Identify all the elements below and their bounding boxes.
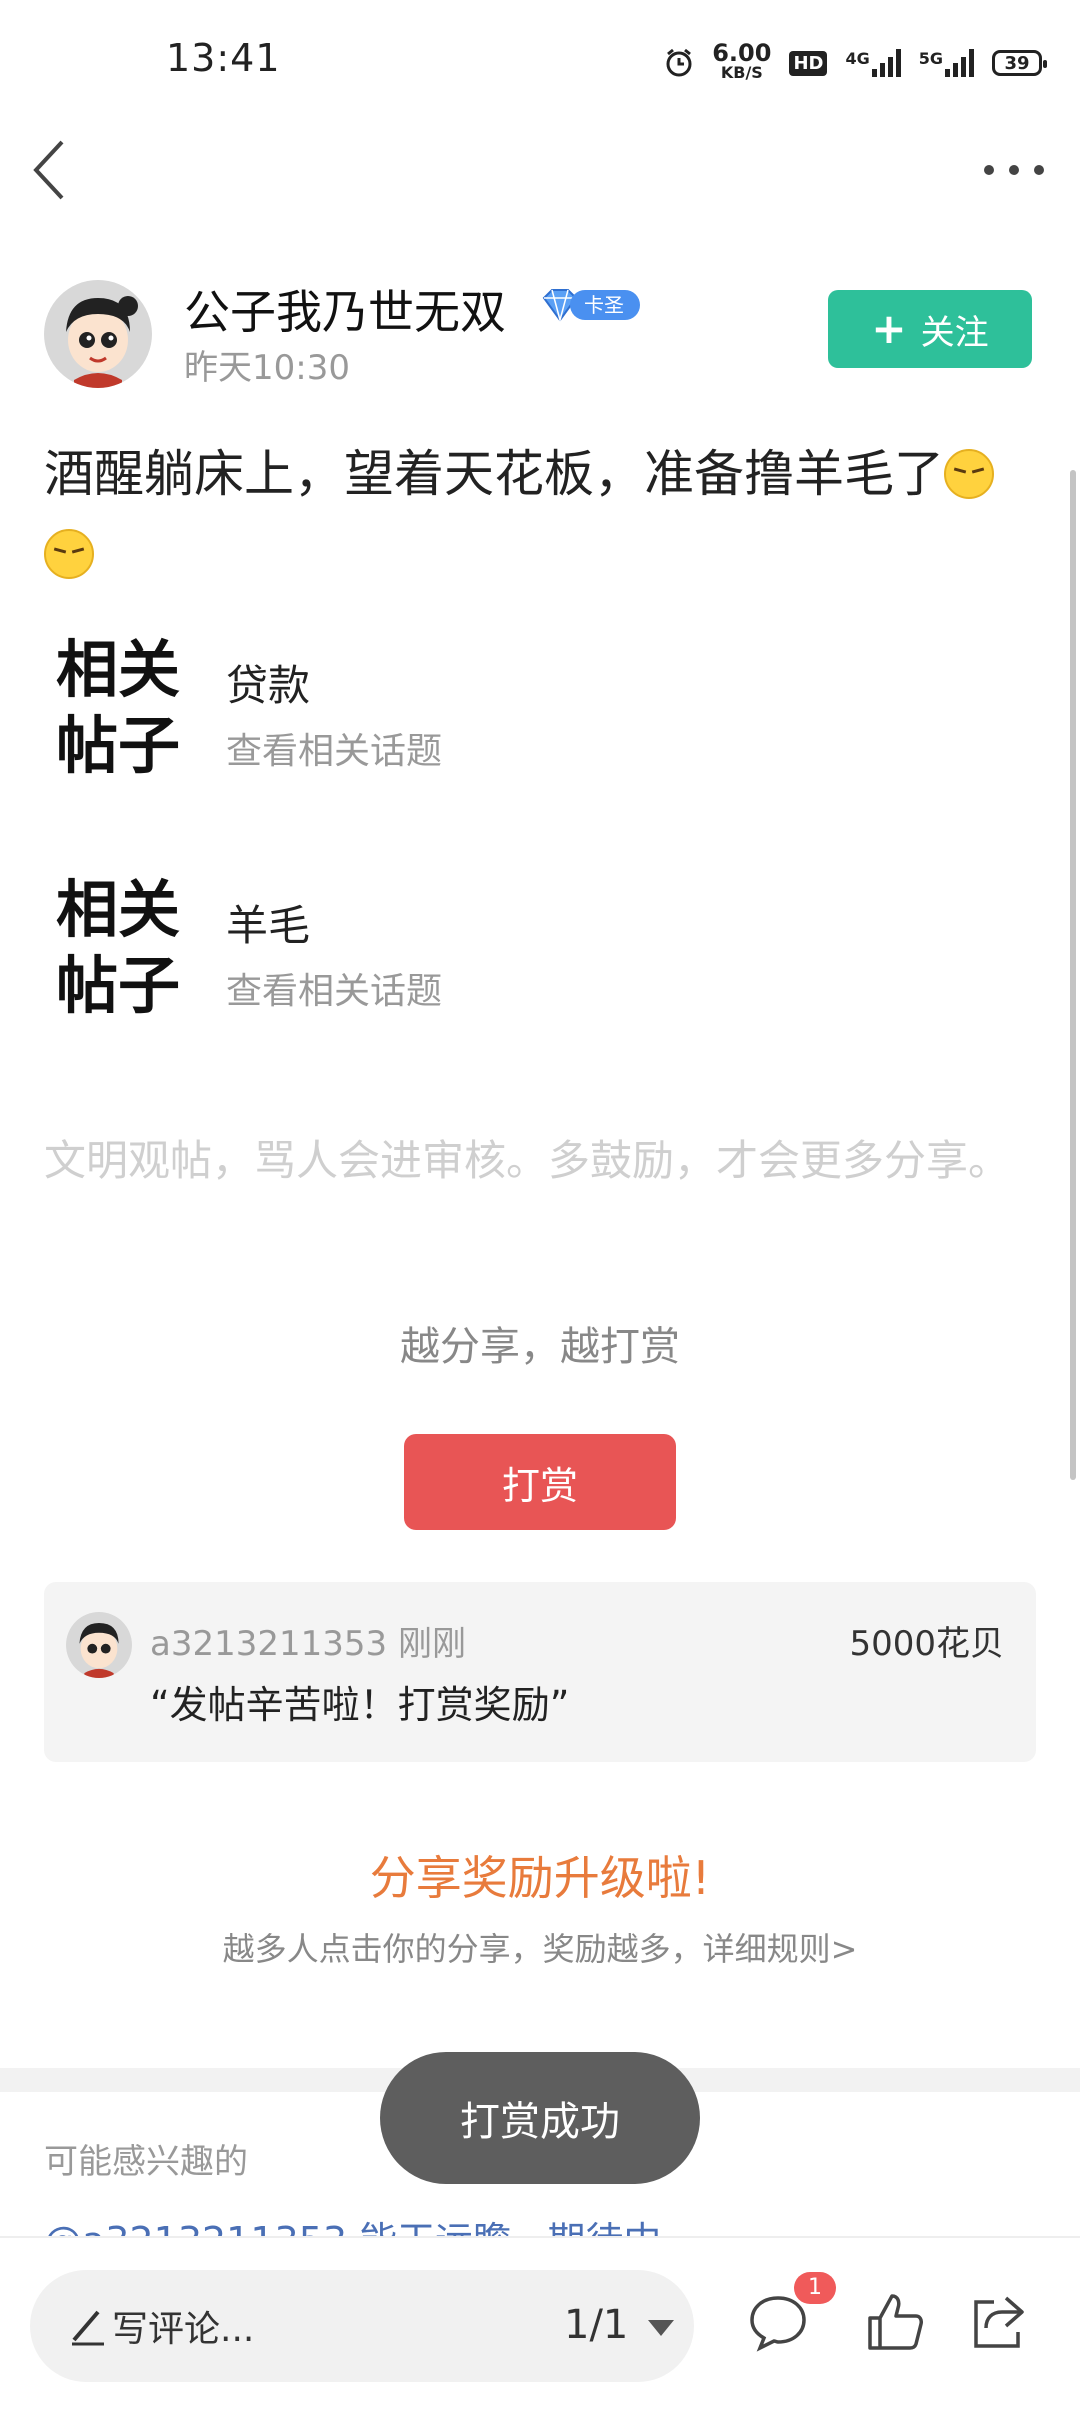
community-notice: 文明观帖，骂人会进审核。多鼓励，才会更多分享。: [44, 1136, 1011, 1185]
view-topic-link[interactable]: 查看相关话题: [226, 722, 442, 774]
like-icon[interactable]: [862, 2290, 926, 2354]
tip-message: “发帖辛苦啦！打赏奖励”: [150, 1683, 570, 1727]
follow-label: 关注: [920, 312, 989, 353]
battery-icon: 39: [992, 50, 1047, 76]
post-content: 酒醒躺床上，望着天花板，准备撸羊毛了: [44, 434, 1034, 594]
upgrade-title: 分享奖励升级啦!: [369, 1851, 711, 1905]
user-badge: 卡圣: [540, 288, 640, 322]
topic-name: 羊毛: [226, 901, 311, 950]
chevron-left-icon: [33, 140, 64, 200]
post-text: 酒醒躺床上，望着天花板，准备撸羊毛了: [44, 445, 944, 503]
page-indicator[interactable]: 1/1: [564, 2302, 628, 2348]
comment-count-badge: 1: [794, 2272, 836, 2304]
tip-amount: 5000花贝: [849, 1624, 1004, 1664]
caret-down-icon[interactable]: [648, 2320, 674, 2336]
scrollbar[interactable]: [1070, 470, 1076, 1480]
tipper-avatar[interactable]: [66, 1612, 132, 1678]
toast-message: 打赏成功: [380, 2052, 700, 2184]
signal-4g-icon: 4G: [845, 49, 901, 77]
author-name[interactable]: 公子我乃世无双: [184, 276, 506, 342]
comment-input[interactable]: 写评论... 1/1: [30, 2270, 694, 2382]
related-topic-card[interactable]: 相关 帖子 贷款 查看相关话题: [56, 632, 1016, 782]
tip-record-card: a3213211353 刚刚 5000花贝 “发帖辛苦啦！打赏奖励”: [44, 1582, 1036, 1762]
badge-label: 卡圣: [570, 290, 640, 320]
author-avatar[interactable]: [44, 280, 152, 388]
status-icons: 6.00 KB/S HD 4G 5G 39: [664, 38, 1047, 88]
signal-5g-icon: 5G: [919, 49, 974, 77]
pen-icon: [72, 2310, 104, 2346]
tipper-info: a3213211353 刚刚: [150, 1616, 466, 1665]
status-time: 13:41: [166, 36, 281, 80]
dot-icon: [1009, 165, 1019, 175]
follow-button[interactable]: + 关注: [828, 290, 1032, 368]
tipper-name[interactable]: a3213211353: [150, 1624, 387, 1664]
plus-icon: +: [871, 304, 907, 353]
smirk-emoji-icon: [44, 529, 94, 579]
alarm-icon: [664, 48, 694, 78]
topic-name: 贷款: [226, 661, 311, 710]
interest-section-label: 可能感兴趣的: [44, 2142, 248, 2182]
reward-slogan: 越分享，越打赏: [400, 1324, 680, 1370]
dot-icon: [1034, 165, 1044, 175]
post-time: 昨天10:30: [184, 348, 350, 388]
related-posts-logo: 相关 帖子: [56, 873, 181, 1022]
tip-button[interactable]: 打赏: [404, 1434, 676, 1530]
dot-icon: [984, 165, 994, 175]
bottom-action-bar: 写评论... 1/1 1: [0, 2236, 1080, 2414]
more-options-button[interactable]: [984, 150, 1044, 190]
smirk-emoji-icon: [944, 449, 994, 499]
related-posts-logo: 相关 帖子: [56, 633, 181, 782]
hd-icon: HD: [789, 50, 828, 76]
upgrade-rules-link[interactable]: 越多人点击你的分享，奖励越多，详细规则>: [0, 1924, 1080, 1970]
tip-time: 刚刚: [397, 1624, 466, 1664]
related-topic-card[interactable]: 相关 帖子 羊毛 查看相关话题: [56, 872, 1016, 1022]
back-button[interactable]: [22, 130, 82, 210]
comment-placeholder: 写评论...: [112, 2309, 255, 2350]
view-topic-link[interactable]: 查看相关话题: [226, 962, 442, 1014]
share-icon[interactable]: [966, 2290, 1030, 2354]
network-speed: 6.00 KB/S: [712, 39, 772, 82]
